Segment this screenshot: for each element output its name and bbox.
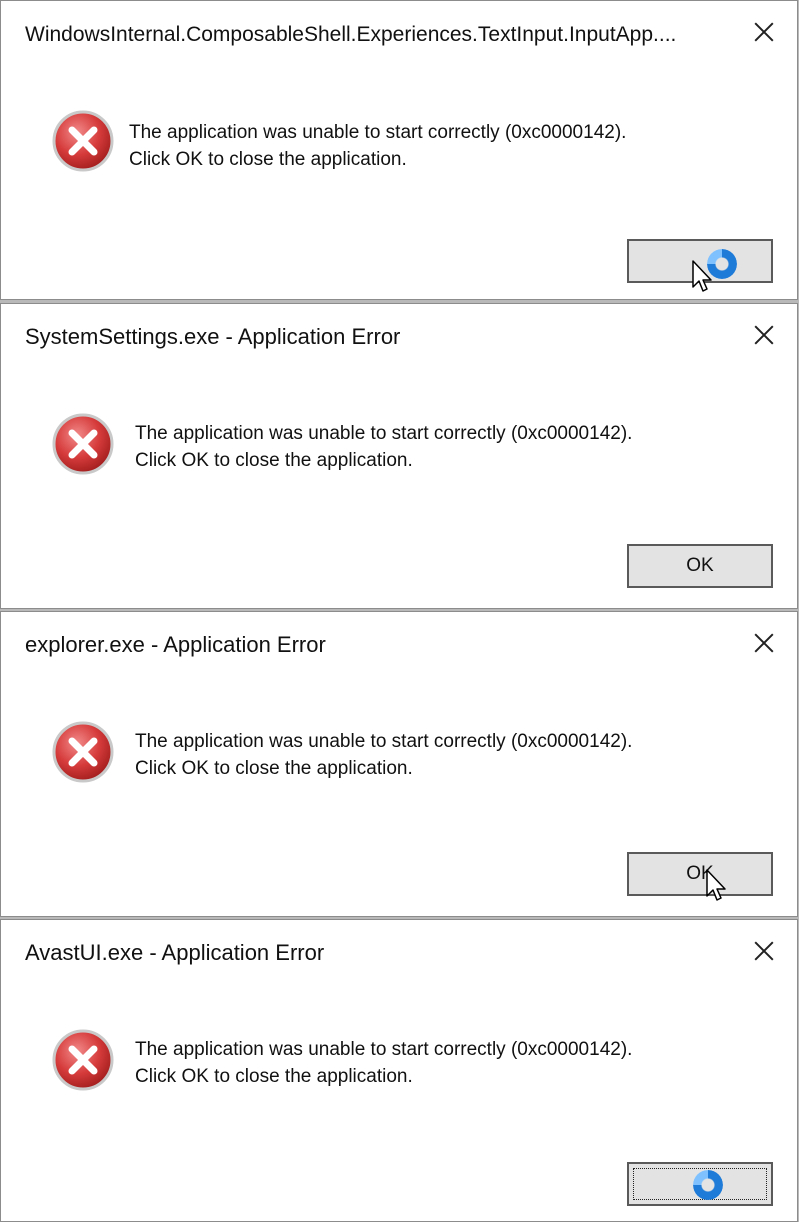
- dialog-title: SystemSettings.exe - Application Error: [25, 324, 401, 349]
- close-icon[interactable]: [743, 930, 785, 972]
- ok-button[interactable]: OK: [627, 852, 773, 896]
- dialog-title: explorer.exe - Application Error: [25, 632, 326, 657]
- ok-button[interactable]: OK: [627, 544, 773, 588]
- error-icon: [52, 1029, 114, 1091]
- error-message: The application was unable to start corr…: [129, 122, 627, 170]
- error-message: The application was unable to start corr…: [135, 423, 633, 471]
- busy-cursor: [693, 1170, 723, 1200]
- dialog-title: WindowsInternal.ComposableShell.Experien…: [25, 23, 677, 46]
- arrow-cursor-icon: [692, 260, 712, 292]
- dialog-title: AvastUI.exe - Application Error: [25, 940, 325, 965]
- close-icon[interactable]: [743, 314, 785, 356]
- error-icon: [52, 110, 114, 172]
- error-dialog-systemsettings: SystemSettings.exe - Application Error T…: [0, 303, 798, 609]
- arrow-cursor-icon: [706, 869, 726, 901]
- error-icon: [52, 413, 114, 475]
- error-icon: [52, 721, 114, 783]
- error-message: The application was unable to start corr…: [135, 731, 633, 779]
- error-dialog-avastui: AvastUI.exe - Application Error The appl…: [0, 919, 798, 1222]
- error-dialog-inputapp: WindowsInternal.ComposableShell.Experien…: [0, 0, 798, 300]
- close-icon[interactable]: [743, 11, 785, 53]
- close-icon[interactable]: [743, 622, 785, 664]
- error-message: The application was unable to start corr…: [135, 1039, 633, 1087]
- error-dialog-explorer: explorer.exe - Application Error The app…: [0, 611, 798, 917]
